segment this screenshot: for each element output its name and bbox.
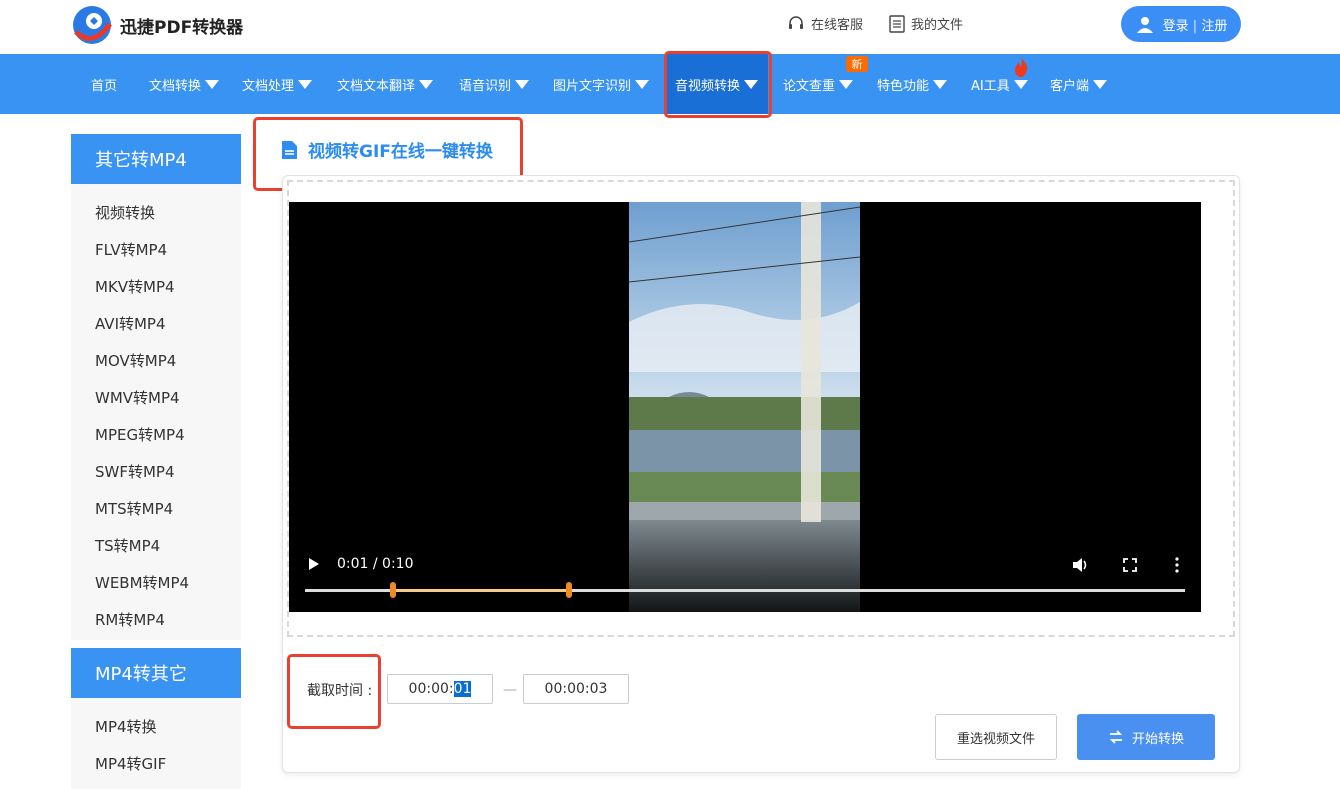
- highlight-box-capture: [287, 654, 381, 729]
- start-time-selected-seconds: 01: [453, 681, 472, 697]
- caret-down-icon: [419, 79, 434, 89]
- nav-item-plagiarism[interactable]: 论文查重: [783, 54, 854, 114]
- end-time-input[interactable]: 00:00:03: [523, 674, 629, 704]
- sidebar-item[interactable]: WMV转MP4: [71, 379, 241, 416]
- online-service-link[interactable]: 在线客服: [787, 14, 863, 33]
- app-name[interactable]: 迅捷PDF转换器: [120, 13, 243, 38]
- play-icon[interactable]: [309, 558, 319, 570]
- more-options-icon[interactable]: [1174, 557, 1180, 573]
- volume-icon[interactable]: [1072, 557, 1090, 573]
- trim-start-handle[interactable]: [390, 582, 396, 598]
- player-controls-bg: [289, 520, 1201, 612]
- register-label[interactable]: 注册: [1201, 19, 1227, 34]
- nav-item-translate[interactable]: 文档文本翻译: [337, 54, 434, 114]
- nav-item-features[interactable]: 特色功能: [877, 54, 948, 114]
- caret-down-icon: [205, 79, 220, 89]
- login-register-button[interactable]: 登录 | 注册: [1121, 6, 1241, 42]
- fullscreen-icon[interactable]: [1123, 558, 1137, 572]
- sidebar-item[interactable]: MOV转MP4: [71, 342, 241, 379]
- header: 迅捷PDF转换器 在线客服 我的文件 登录 | 注册: [0, 0, 1340, 54]
- video-player[interactable]: 0:01 / 0:10: [289, 202, 1201, 612]
- highlight-box-nav: [664, 51, 772, 118]
- nav-item-doc-convert[interactable]: 文档转换: [149, 54, 220, 114]
- headset-icon: [789, 15, 803, 29]
- start-time-input[interactable]: 00:00: 01: [387, 674, 493, 704]
- sidebar-item[interactable]: MP4转GIF: [71, 745, 241, 782]
- trim-range: [393, 589, 569, 592]
- sidebar-item[interactable]: MKV转MP4: [71, 268, 241, 305]
- nav-item-doc-process[interactable]: 文档处理: [242, 54, 313, 114]
- sidebar-item[interactable]: RM转MP4: [71, 601, 241, 638]
- swap-icon: [1109, 730, 1123, 744]
- player-time: 0:01 / 0:10: [337, 556, 414, 572]
- nav-item-client[interactable]: 客户端: [1050, 54, 1108, 114]
- sidebar-item[interactable]: SWF转MP4: [71, 453, 241, 490]
- sidebar-group-title-to-mp4: 其它转MP4: [71, 134, 241, 184]
- start-convert-label: 开始转换: [1131, 731, 1184, 747]
- sidebar-group-title-from-mp4: MP4转其它: [71, 648, 241, 698]
- fire-icon: [1015, 57, 1028, 77]
- new-badge: 新: [846, 56, 868, 72]
- nav-item-ocr[interactable]: 图片文字识别: [553, 54, 650, 114]
- online-service-label: 在线客服: [811, 18, 864, 33]
- caret-down-icon: [1093, 79, 1108, 89]
- sidebar-list-from-mp4: MP4转换 MP4转GIF: [71, 698, 241, 789]
- caret-down-icon: [839, 79, 854, 89]
- sidebar-item[interactable]: MTS转MP4: [71, 490, 241, 527]
- caret-down-icon: [933, 79, 948, 89]
- caret-down-icon: [298, 79, 313, 89]
- progress-bar[interactable]: [305, 582, 1185, 598]
- trim-end-handle[interactable]: [566, 582, 572, 598]
- sidebar-item[interactable]: TS转MP4: [71, 527, 241, 564]
- caret-down-icon: [515, 79, 530, 89]
- my-files-label: 我的文件: [911, 18, 964, 33]
- reselect-video-button[interactable]: 重选视频文件: [935, 714, 1057, 760]
- user-icon: [1136, 17, 1153, 33]
- login-label[interactable]: 登录: [1163, 19, 1189, 34]
- caret-down-icon: [635, 79, 650, 89]
- my-files-link[interactable]: 我的文件: [889, 14, 963, 33]
- file-list-icon: [889, 14, 905, 33]
- sidebar-list-to-mp4: 视频转换 FLV转MP4 MKV转MP4 AVI转MP4 MOV转MP4 WMV转MP4 M…: [71, 184, 241, 640]
- range-separator: —: [503, 682, 517, 698]
- sidebar-item[interactable]: FLV转MP4: [71, 231, 241, 268]
- nav-item-speech[interactable]: 语音识别: [459, 54, 530, 114]
- nav-item-home[interactable]: 首页: [91, 54, 117, 114]
- sidebar-item[interactable]: MPEG转MP4: [71, 416, 241, 453]
- sidebar-item[interactable]: MP4转换: [71, 708, 241, 745]
- sidebar-item[interactable]: AVI转MP4: [71, 305, 241, 342]
- start-convert-button[interactable]: 开始转换: [1077, 714, 1215, 760]
- caret-down-icon: [1013, 79, 1028, 89]
- logo-icon[interactable]: [70, 4, 114, 46]
- sidebar-item[interactable]: 视频转换: [71, 194, 241, 231]
- sidebar-item[interactable]: WEBM转MP4: [71, 564, 241, 601]
